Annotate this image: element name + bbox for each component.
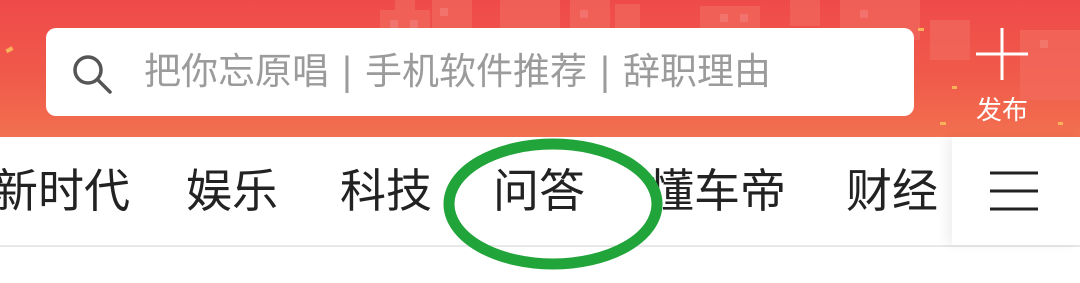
publish-label: 发布 xyxy=(975,96,1028,126)
channel-tab-bar: 新时代 娱乐 科技 问答 懂车帝 财经 xyxy=(0,137,1080,247)
channel-menu-button[interactable] xyxy=(952,137,1080,245)
header-bar: 把你忘原唱 | 手机软件推荐 | 辞职理由 发布 xyxy=(0,0,1080,137)
tab-technology[interactable]: 科技 xyxy=(340,137,432,245)
search-bar[interactable]: 把你忘原唱 | 手机软件推荐 | 辞职理由 xyxy=(46,28,914,116)
publish-button[interactable]: 发布 xyxy=(970,26,1034,126)
tab-entertainment[interactable]: 娱乐 xyxy=(186,137,278,245)
search-placeholder: 把你忘原唱 | 手机软件推荐 | 辞职理由 xyxy=(144,50,771,93)
tab-dongchedi[interactable]: 懂车帝 xyxy=(648,137,786,245)
plus-icon xyxy=(976,28,1028,80)
search-icon xyxy=(73,55,112,94)
menu-icon xyxy=(990,171,1038,211)
tab-finance[interactable]: 财经 xyxy=(846,137,938,245)
tab-qa[interactable]: 问答 xyxy=(493,137,585,245)
tab-new-era[interactable]: 新时代 xyxy=(0,137,130,245)
